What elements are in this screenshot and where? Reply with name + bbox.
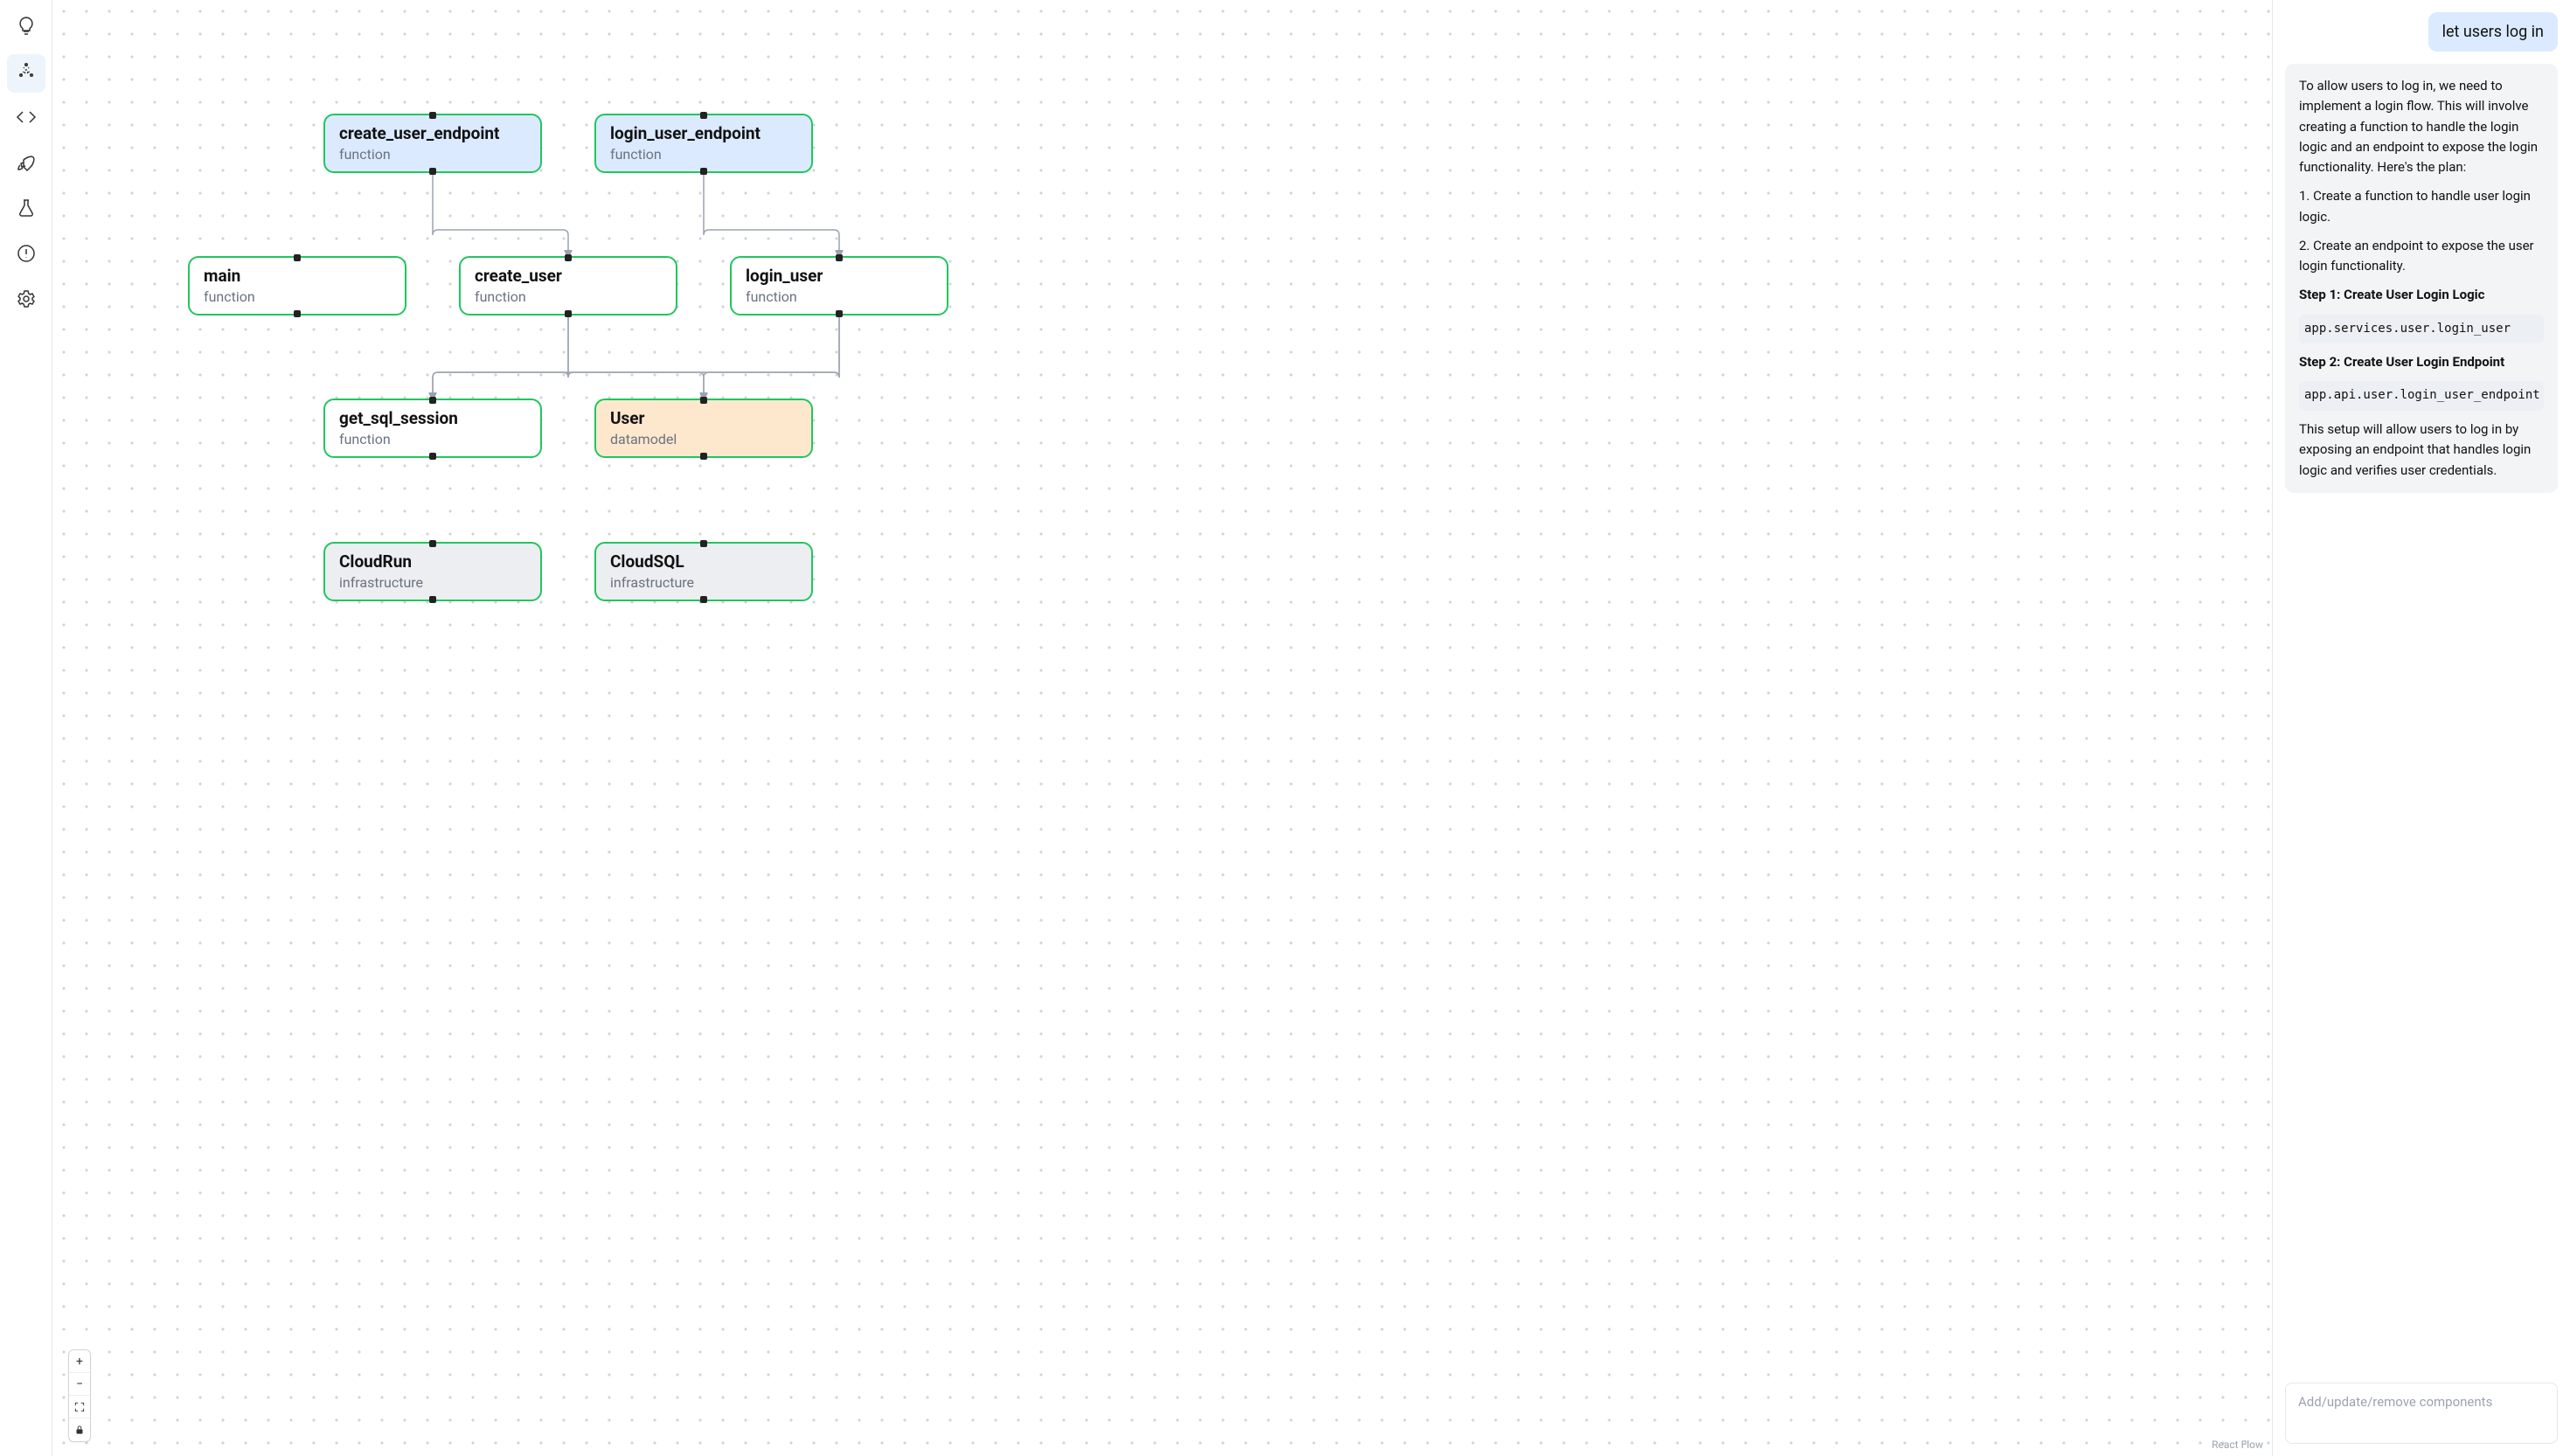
step-2-code: app.api.user.login_user_endpoint bbox=[2299, 381, 2544, 411]
handle-bottom[interactable] bbox=[429, 453, 436, 460]
rail-issues[interactable] bbox=[7, 236, 45, 274]
user-message-text: let users log in bbox=[2442, 23, 2544, 41]
chat-input-wrap bbox=[2285, 1383, 2558, 1444]
graph-icon bbox=[16, 61, 37, 86]
handle-top[interactable] bbox=[700, 112, 707, 119]
plan-item-1: 1. Create a function to handle user logi… bbox=[2299, 186, 2544, 227]
nodes-layer: create_user_endpointfunctionlogin_user_e… bbox=[52, 0, 2272, 1456]
node-title: CloudRun bbox=[339, 552, 526, 572]
rail-graph[interactable] bbox=[7, 54, 45, 93]
node-login_user_endpoint[interactable]: login_user_endpoint function bbox=[594, 114, 813, 173]
node-title: create_user_endpoint bbox=[339, 124, 526, 144]
app-root: create_user_endpointfunctionlogin_user_e… bbox=[0, 0, 2570, 1456]
attribution: React Flow bbox=[2212, 1439, 2263, 1451]
chat-panel: let users log in To allow users to log i… bbox=[2273, 0, 2570, 1456]
assistant-intro: To allow users to log in, we need to imp… bbox=[2299, 76, 2544, 177]
zoom-in-button[interactable]: + bbox=[69, 1350, 90, 1373]
assistant-outro: This setup will allow users to log in by… bbox=[2299, 419, 2544, 481]
rail-idea[interactable] bbox=[7, 9, 45, 47]
handle-bottom[interactable] bbox=[565, 310, 572, 317]
rocket-icon bbox=[16, 152, 37, 177]
node-subtitle: infrastructure bbox=[610, 574, 797, 591]
flow-canvas[interactable]: create_user_endpointfunctionlogin_user_e… bbox=[52, 0, 2273, 1456]
handle-top[interactable] bbox=[700, 540, 707, 547]
node-title: login_user bbox=[746, 267, 933, 287]
node-create_user[interactable]: create_userfunction bbox=[459, 256, 677, 315]
step-1-title: Step 1: Create User Login Logic bbox=[2299, 285, 2544, 305]
node-create_user_endpoint[interactable]: create_user_endpoint function bbox=[323, 114, 542, 173]
handle-top[interactable] bbox=[429, 397, 436, 404]
alert-circle-icon bbox=[16, 243, 37, 267]
rail-test[interactable] bbox=[7, 191, 45, 229]
node-subtitle: function bbox=[339, 431, 526, 447]
handle-top[interactable] bbox=[429, 540, 436, 547]
rail-deploy[interactable] bbox=[7, 145, 45, 184]
chat-scroll: let users log in To allow users to log i… bbox=[2285, 12, 2558, 1370]
handle-top[interactable] bbox=[836, 254, 843, 261]
handle-bottom[interactable] bbox=[700, 453, 707, 460]
node-subtitle: function bbox=[610, 146, 797, 163]
node-User[interactable]: User datamodel bbox=[594, 399, 813, 458]
handle-top[interactable] bbox=[565, 254, 572, 261]
handle-bottom[interactable] bbox=[429, 596, 436, 603]
handle-top[interactable] bbox=[294, 254, 301, 261]
node-main[interactable]: mainfunction bbox=[188, 256, 406, 315]
step-2-title: Step 2: Create User Login Endpoint bbox=[2299, 352, 2544, 372]
chat-input[interactable] bbox=[2296, 1392, 2546, 1434]
assistant-message-bubble: To allow users to log in, we need to imp… bbox=[2285, 64, 2558, 493]
step-1-code: app.services.user.login_user bbox=[2299, 315, 2544, 344]
lock-button[interactable] bbox=[69, 1418, 90, 1441]
node-title: main bbox=[204, 267, 391, 287]
zoom-controls: + − bbox=[68, 1349, 91, 1442]
lightbulb-icon bbox=[16, 16, 37, 40]
icon-rail bbox=[0, 0, 52, 1456]
node-CloudRun[interactable]: CloudRun infrastructure bbox=[323, 542, 542, 601]
zoom-out-button[interactable]: − bbox=[69, 1373, 90, 1396]
node-title: CloudSQL bbox=[610, 552, 797, 572]
gear-icon bbox=[16, 288, 37, 313]
handle-bottom[interactable] bbox=[836, 310, 843, 317]
node-subtitle: function bbox=[204, 288, 391, 305]
rail-settings[interactable] bbox=[7, 281, 45, 320]
node-CloudSQL[interactable]: CloudSQL infrastructure bbox=[594, 542, 813, 601]
user-message-bubble: let users log in bbox=[2428, 12, 2558, 52]
handle-bottom[interactable] bbox=[700, 168, 707, 175]
handle-bottom[interactable] bbox=[429, 168, 436, 175]
flask-icon bbox=[16, 198, 37, 222]
handle-bottom[interactable] bbox=[700, 596, 707, 603]
rail-code[interactable] bbox=[7, 100, 45, 138]
node-title: create_user bbox=[475, 267, 662, 287]
node-login_user[interactable]: login_userfunction bbox=[730, 256, 948, 315]
plan-item-2: 2. Create an endpoint to expose the user… bbox=[2299, 236, 2544, 277]
node-title: get_sql_session bbox=[339, 409, 526, 429]
node-subtitle: datamodel bbox=[610, 431, 797, 447]
node-subtitle: function bbox=[746, 288, 933, 305]
handle-top[interactable] bbox=[429, 112, 436, 119]
node-subtitle: function bbox=[339, 146, 526, 163]
node-get_sql_session[interactable]: get_sql_session function bbox=[323, 399, 542, 458]
code-icon bbox=[16, 107, 37, 131]
node-subtitle: function bbox=[475, 288, 662, 305]
node-title: User bbox=[610, 409, 797, 429]
node-subtitle: infrastructure bbox=[339, 574, 526, 591]
node-title: login_user_endpoint bbox=[610, 124, 797, 144]
handle-bottom[interactable] bbox=[294, 310, 301, 317]
fit-view-button[interactable] bbox=[69, 1396, 90, 1418]
handle-top[interactable] bbox=[700, 397, 707, 404]
